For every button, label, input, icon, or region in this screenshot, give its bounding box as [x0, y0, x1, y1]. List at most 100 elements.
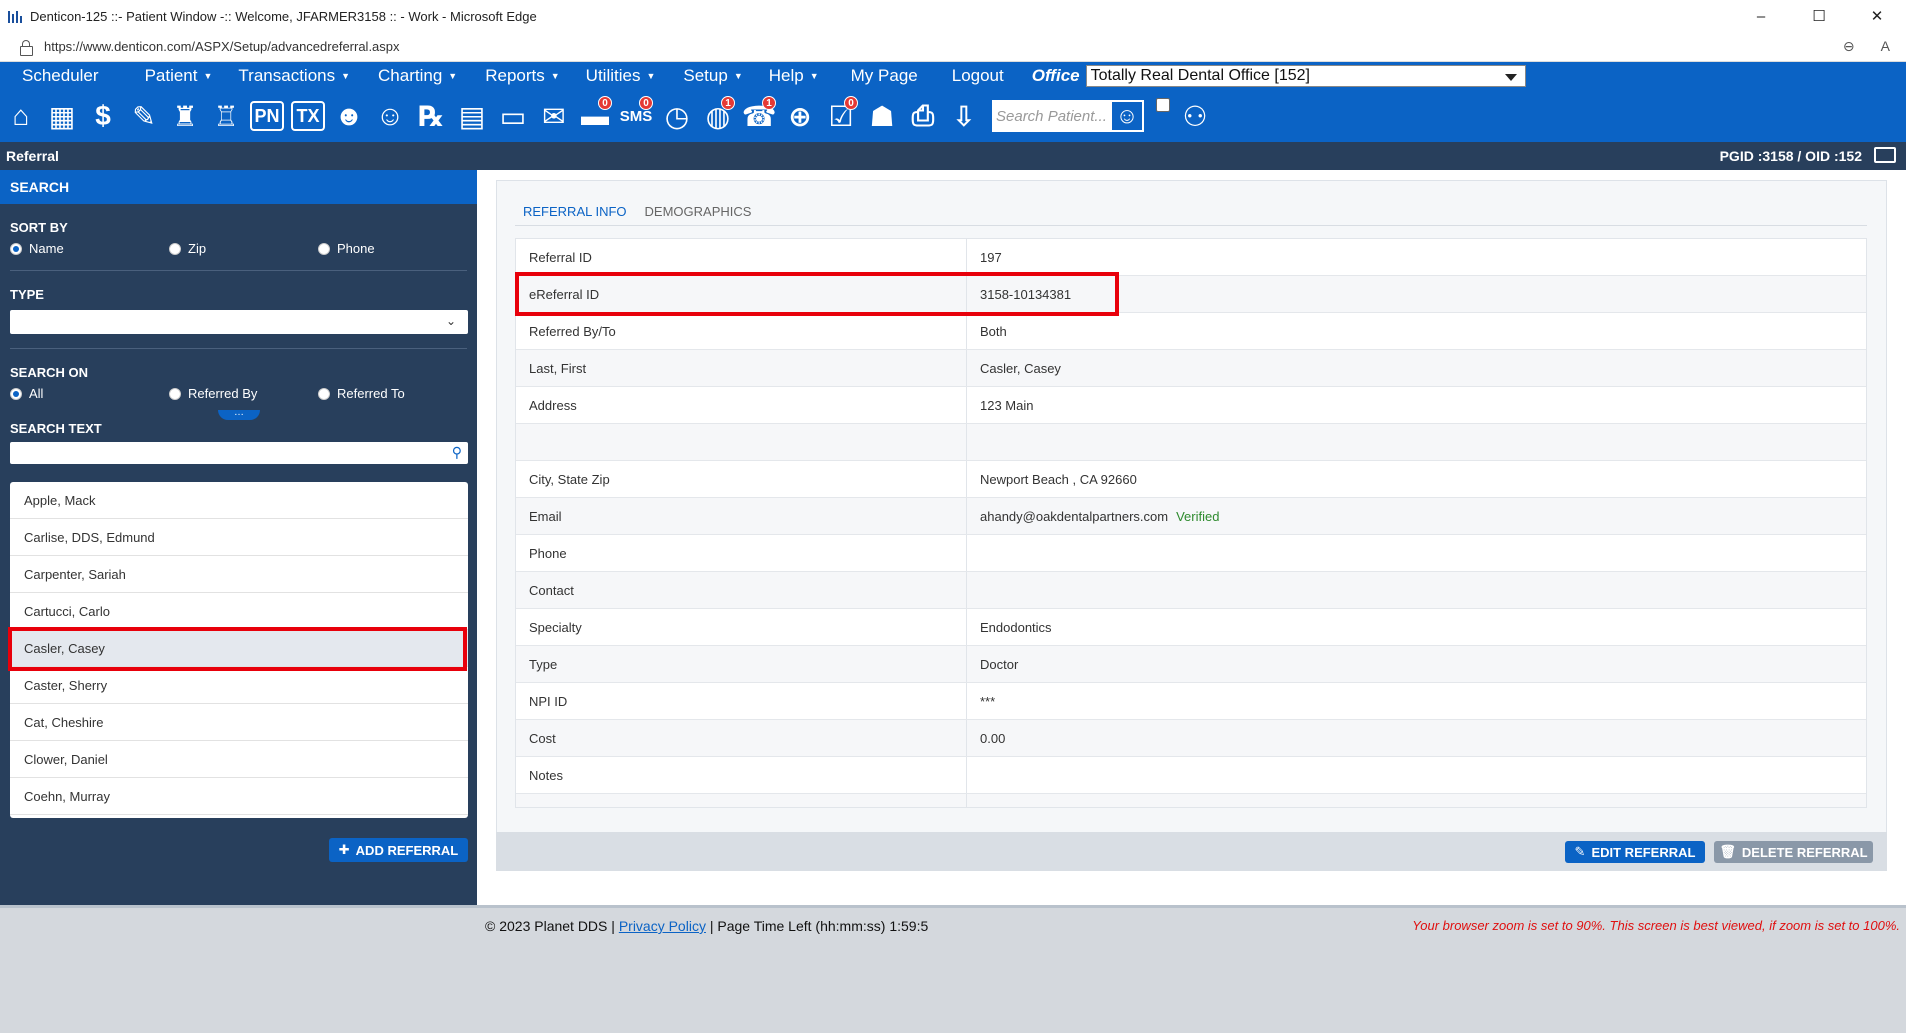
search-icon[interactable]: ⚲	[452, 444, 462, 461]
table-row: Referred By/To Both	[516, 313, 1866, 350]
patient-search-input[interactable]: Search Patient...	[996, 108, 1107, 125]
footer: © 2023 Planet DDS | Privacy Policy | Pag…	[0, 905, 1906, 1033]
search-on-referred-by-radio[interactable]: Referred By	[169, 386, 318, 401]
type-select[interactable]: ⌄	[10, 310, 468, 334]
clock-icon[interactable]: ◷	[660, 96, 694, 136]
home-icon[interactable]: ⌂	[4, 96, 38, 136]
caret-down-icon: ▼	[341, 71, 351, 81]
menu-reports[interactable]: Reports ▼	[485, 66, 559, 86]
menu-my-page[interactable]: My Page	[851, 66, 918, 86]
print-icon[interactable]	[1874, 147, 1896, 163]
table-row: Contact	[516, 572, 1866, 609]
radio-icon	[318, 242, 330, 255]
table-row: Email ahandy@oakdentalpartners.com Verifie…	[516, 498, 1866, 535]
edit-icon[interactable]: ✎	[127, 96, 161, 136]
window-title: Denticon-125 ::- Patient Window -:: Welc…	[30, 8, 537, 24]
highlight-ereferral-id	[515, 272, 1119, 316]
table-row: Phone	[516, 535, 1866, 572]
url-text[interactable]: https://www.denticon.com/ASPX/Setup/adva…	[44, 39, 400, 54]
download-icon[interactable]: ⇩	[947, 96, 981, 136]
email-value: ahandy@oakdentalpartners.com	[980, 508, 1169, 524]
address-bar[interactable]: https://www.denticon.com/ASPX/Setup/adva…	[0, 32, 1906, 62]
main-menu: Scheduler Patient ▼ Transactions ▼ Chartin…	[0, 62, 1906, 90]
menu-transactions[interactable]: Transactions ▼	[238, 66, 350, 86]
list-item[interactable]: Coehn, Murray	[10, 778, 468, 815]
sort-name-radio[interactable]: Name	[10, 241, 159, 256]
rx-icon[interactable]: ℞	[414, 96, 448, 136]
document-icon[interactable]: ▤	[455, 96, 489, 136]
family-icon[interactable]: ☗	[865, 96, 899, 136]
menu-charting[interactable]: Charting ▼	[378, 66, 457, 86]
verified-badge: Verified	[1176, 508, 1220, 524]
divider	[10, 270, 467, 271]
action-bar: ✎ EDIT REFERRAL 🗑 DELETE REFERRAL	[496, 832, 1887, 871]
list-item[interactable]: Apple, Mack	[10, 482, 468, 519]
message-icon[interactable]: ▬ 0	[578, 96, 612, 136]
highlight-selected-referral	[8, 627, 467, 671]
tx-icon[interactable]: TX	[291, 101, 325, 131]
list-item[interactable]: Carpenter, Sariah	[10, 556, 468, 593]
tab-demographics[interactable]: DEMOGRAPHICS	[645, 204, 752, 219]
form-icon[interactable]: ☑ 0	[824, 96, 858, 136]
calendar-icon[interactable]: ▦	[45, 96, 79, 136]
add-referral-button[interactable]: ✚ ADD REFERRAL	[329, 838, 468, 862]
radio-icon	[169, 242, 181, 255]
menu-patient[interactable]: Patient ▼	[145, 66, 213, 86]
sort-zip-radio[interactable]: Zip	[169, 241, 318, 256]
teeth-icon[interactable]: ♖	[209, 96, 243, 136]
dollar-icon[interactable]: $	[86, 96, 120, 136]
list-item[interactable]: Caster, Sherry	[10, 667, 468, 704]
collapse-handle[interactable]: …	[218, 408, 260, 420]
list-item[interactable]: Cat, Cheshire	[10, 704, 468, 741]
type-label: TYPE	[10, 287, 44, 302]
printer-icon[interactable]: ⎙	[906, 96, 940, 136]
detail-tabs: REFERRAL INFO DEMOGRAPHICS	[523, 204, 751, 219]
referral-info-table: Referral ID 197 eReferral ID 3158-10134381…	[515, 238, 1867, 808]
page-time-left: | Page Time Left (hh:mm:ss) 1:59:5	[709, 918, 929, 934]
office-label: Office	[1031, 66, 1080, 85]
edit-referral-button[interactable]: ✎ EDIT REFERRAL	[1565, 841, 1705, 863]
table-row: Notes	[516, 757, 1866, 794]
minimize-button[interactable]: –	[1732, 0, 1790, 32]
privacy-policy-link[interactable]: Privacy Policy	[619, 918, 706, 934]
table-row: City, State Zip Newport Beach , CA 92660	[516, 461, 1866, 498]
search-on-all-radio[interactable]: All	[10, 386, 159, 401]
maximize-button[interactable]: ☐	[1790, 0, 1848, 32]
sort-phone-radio[interactable]: Phone	[318, 241, 467, 256]
caret-down-icon: ▼	[448, 71, 458, 81]
read-aloud-icon[interactable]: A	[1881, 38, 1890, 55]
mail-icon[interactable]: ✉	[537, 96, 571, 136]
group-search-icon[interactable]: ⚇	[1178, 96, 1212, 136]
menu-help[interactable]: Help ▼	[769, 66, 819, 86]
globe-users-icon[interactable]: ◍ 1	[701, 96, 735, 136]
scanner-icon[interactable]: ▭	[496, 96, 530, 136]
chevron-down-icon: ⌄	[445, 314, 456, 328]
menu-utilities[interactable]: Utilities ▼	[586, 66, 656, 86]
zoom-icon[interactable]: ⊖	[1843, 38, 1855, 55]
pn-icon[interactable]: PN	[250, 101, 284, 131]
list-item[interactable]: Clower, Daniel	[10, 741, 468, 778]
tooth-icon[interactable]: ♜	[168, 96, 202, 136]
delete-referral-button[interactable]: 🗑 DELETE REFERRAL	[1714, 841, 1873, 863]
add-user-icon[interactable]: ☻	[332, 96, 366, 136]
search-text-input[interactable]: ⚲	[10, 442, 468, 464]
caret-down-icon: ▼	[733, 71, 743, 81]
support-icon[interactable]: ☎ 1	[742, 96, 776, 136]
patient-search-icon[interactable]: ☺	[1110, 100, 1144, 132]
toolbar-checkbox[interactable]	[1156, 98, 1170, 112]
menu-scheduler[interactable]: Scheduler	[22, 66, 99, 86]
menu-setup[interactable]: Setup ▼	[683, 66, 742, 86]
list-item[interactable]: Cartucci, Carlo	[10, 593, 468, 630]
add-users-icon[interactable]: ☺	[373, 96, 407, 136]
list-item[interactable]: Carlise, DDS, Edmund	[10, 519, 468, 556]
sms-icon[interactable]: SMS 0	[619, 96, 653, 136]
close-button[interactable]: ✕	[1848, 0, 1906, 32]
menu-logout[interactable]: Logout	[952, 66, 1004, 86]
table-row: Specialty Endodontics	[516, 609, 1866, 646]
table-row: Last, First Casler, Casey	[516, 350, 1866, 387]
tab-referral-info[interactable]: REFERRAL INFO	[523, 204, 627, 219]
search-on-referred-to-radio[interactable]: Referred To	[318, 386, 467, 401]
office-select[interactable]: Totally Real Dental Office [152]	[1085, 65, 1526, 87]
patient-search[interactable]: Search Patient... ☺	[992, 100, 1144, 132]
web-icon[interactable]: ⊕	[783, 96, 817, 136]
